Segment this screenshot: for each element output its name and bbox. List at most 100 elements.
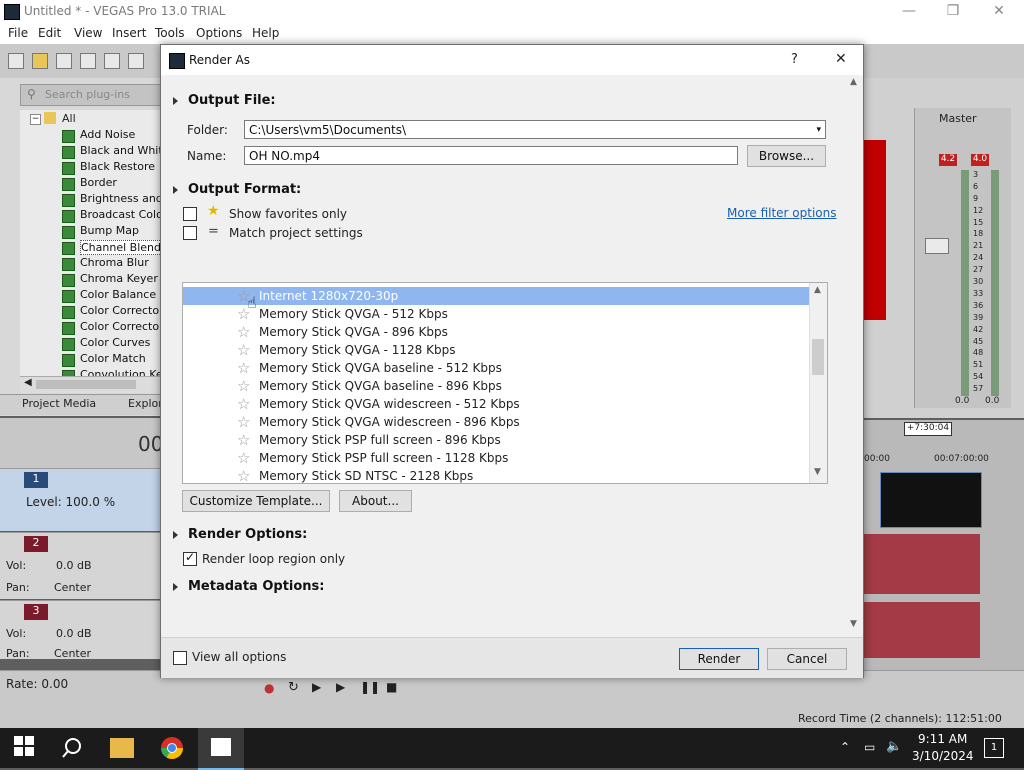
effect-item[interactable]: Border	[80, 176, 117, 189]
name-field[interactable]: OH NO.mp4	[244, 146, 738, 165]
effect-item[interactable]: Add Noise	[80, 128, 135, 141]
effect-item[interactable]: Broadcast Colors	[80, 208, 160, 221]
audio-clip[interactable]	[864, 602, 980, 658]
favorite-star-icon[interactable]: ☆	[237, 377, 250, 395]
effect-item[interactable]: Color Corrector	[80, 304, 160, 317]
template-row[interactable]: ☆ Memory Stick PSP full screen - 896 Kbps	[183, 431, 809, 449]
network-icon[interactable]: ▭	[864, 740, 875, 754]
list-scrollbar[interactable]: ▲ ▼	[809, 283, 827, 483]
template-row[interactable]: ☆ Memory Stick SD NTSC - 2128 Kbps	[183, 467, 809, 483]
effect-item[interactable]: Convolution Kern	[80, 368, 160, 376]
scroll-left-icon[interactable]: ◀	[24, 377, 32, 388]
menu-file[interactable]: File	[8, 26, 28, 40]
pause-icon[interactable]: ❚❚	[360, 680, 380, 694]
menu-tools[interactable]: Tools	[155, 26, 185, 40]
volume-icon[interactable]: 🔈	[886, 739, 902, 754]
folder-combo[interactable]: C:\Users\vm5\Documents\ ▾	[244, 120, 826, 139]
clock-date[interactable]: 3/10/2024	[912, 749, 974, 763]
favorite-star-icon[interactable]: ☆	[237, 341, 250, 359]
template-row[interactable]: ☆ Memory Stick QVGA - 512 Kbps	[183, 305, 809, 323]
effect-item[interactable]: Chroma Blur	[80, 256, 149, 269]
scroll-up-icon[interactable]: ▲	[814, 285, 821, 295]
scroll-down-icon[interactable]: ▼	[814, 467, 821, 477]
menu-options[interactable]: Options	[196, 26, 242, 40]
clock-time[interactable]: 9:11 AM	[918, 732, 967, 746]
plugin-search-input[interactable]: ⚲ Search plug-ins	[20, 84, 162, 106]
audio-track-2[interactable]: 2 Vol: 0.0 dB Pan: Center	[0, 532, 162, 599]
effect-item[interactable]: Color Balance	[80, 288, 156, 301]
template-row[interactable]: ☆ Memory Stick QVGA - 896 Kbps	[183, 323, 809, 341]
favorite-star-icon[interactable]: ☆	[237, 323, 250, 341]
favorite-star-icon[interactable]: ☆	[237, 395, 250, 413]
tab-project-media[interactable]: Project Media	[22, 397, 96, 410]
video-track-1[interactable]: 1 Level: 100.0 %	[0, 468, 162, 531]
effect-item[interactable]: Brightness and C	[80, 192, 160, 205]
match-settings-checkbox[interactable]	[183, 226, 197, 240]
favorite-star-icon[interactable]: ☆	[237, 413, 250, 431]
more-filter-options-link[interactable]: More filter options	[727, 206, 837, 220]
customize-template-button[interactable]: Customize Template...	[182, 490, 330, 512]
minimize-button[interactable]: —	[886, 0, 932, 24]
output-file-section[interactable]: Output File:	[173, 93, 276, 108]
scroll-down-icon[interactable]: ▼	[850, 619, 857, 629]
effect-item[interactable]: Black and White	[80, 144, 160, 157]
audio-track-3[interactable]: 3 Vol: 0.0 dB Pan: Center	[0, 600, 162, 660]
scroll-up-icon[interactable]: ▲	[850, 77, 857, 87]
favorite-star-icon[interactable]: ☆	[237, 449, 250, 467]
render-icon[interactable]	[104, 53, 120, 69]
effect-item[interactable]: Color Match	[80, 352, 146, 365]
video-clip[interactable]	[880, 472, 982, 528]
start-icon[interactable]	[14, 736, 38, 760]
open-folder-icon[interactable]	[32, 53, 48, 69]
help-button[interactable]: ?	[791, 52, 798, 67]
save-icon[interactable]	[56, 53, 72, 69]
render-options-section[interactable]: Render Options:	[173, 527, 307, 542]
save-as-icon[interactable]	[80, 53, 96, 69]
stop-icon[interactable]: ■	[386, 680, 397, 694]
search-icon[interactable]	[60, 736, 84, 760]
template-list[interactable]: ☆ Internet 1280x720-30p ☆ Memory Stick QVGA…	[182, 282, 828, 484]
vegas-taskbar-button[interactable]	[198, 728, 244, 770]
menu-help[interactable]: Help	[252, 26, 279, 40]
effect-item[interactable]: Color Corrector	[80, 320, 160, 333]
effect-item[interactable]: Black Restore	[80, 160, 155, 173]
effect-item[interactable]: Chroma Keyer	[80, 272, 158, 285]
master-fader[interactable]	[925, 238, 949, 254]
play-icon[interactable]: ▶	[336, 680, 345, 694]
scroll-thumb[interactable]	[812, 339, 824, 375]
favorite-star-icon[interactable]: ☆	[237, 467, 250, 483]
render-button[interactable]: Render	[679, 648, 759, 670]
effect-item[interactable]: Channel Blend	[80, 240, 160, 255]
play-from-start-icon[interactable]: ▶	[312, 680, 321, 694]
template-row[interactable]: ☆ Memory Stick QVGA baseline - 896 Kbps	[183, 377, 809, 395]
maximize-button[interactable]: ❐	[930, 0, 976, 24]
cancel-button[interactable]: Cancel	[767, 648, 847, 670]
loop-icon[interactable]: ↻	[288, 680, 299, 695]
show-favorites-checkbox[interactable]	[183, 207, 197, 221]
menu-view[interactable]: View	[74, 26, 102, 40]
menu-edit[interactable]: Edit	[38, 26, 61, 40]
notifications-button[interactable]: 1	[984, 738, 1004, 758]
template-row[interactable]: ☆ Memory Stick PSP full screen - 1128 Kbp…	[183, 449, 809, 467]
favorite-star-icon[interactable]: ☆	[237, 431, 250, 449]
record-icon[interactable]: ●	[264, 681, 274, 695]
render-loop-checkbox[interactable]	[183, 550, 197, 566]
tab-explorer[interactable]: Explor	[128, 397, 163, 410]
tray-chevron-icon[interactable]: ⌃	[840, 740, 850, 754]
about-button[interactable]: About...	[339, 490, 412, 512]
favorite-star-icon[interactable]: ☆	[237, 359, 250, 377]
new-file-icon[interactable]	[8, 53, 24, 69]
template-row[interactable]: ☆ Memory Stick QVGA widescreen - 512 Kbps	[183, 395, 809, 413]
horizontal-scrollbar[interactable]: ◀	[20, 376, 160, 393]
dialog-scrollbar[interactable]: ▲ ▼	[847, 75, 863, 635]
template-row[interactable]: ☆ Internet 1280x720-30p	[183, 287, 809, 305]
chevron-down-icon[interactable]: ▾	[816, 121, 821, 140]
effect-item[interactable]: Bump Map	[80, 224, 139, 237]
properties-icon[interactable]	[128, 53, 144, 69]
metadata-options-section[interactable]: Metadata Options:	[173, 579, 324, 594]
template-row[interactable]: ☆ Memory Stick QVGA baseline - 512 Kbps	[183, 359, 809, 377]
effect-item[interactable]: Color Curves	[80, 336, 150, 349]
chrome-icon[interactable]	[160, 736, 184, 760]
audio-clip[interactable]	[864, 534, 980, 594]
view-all-options-checkbox[interactable]	[173, 651, 187, 665]
